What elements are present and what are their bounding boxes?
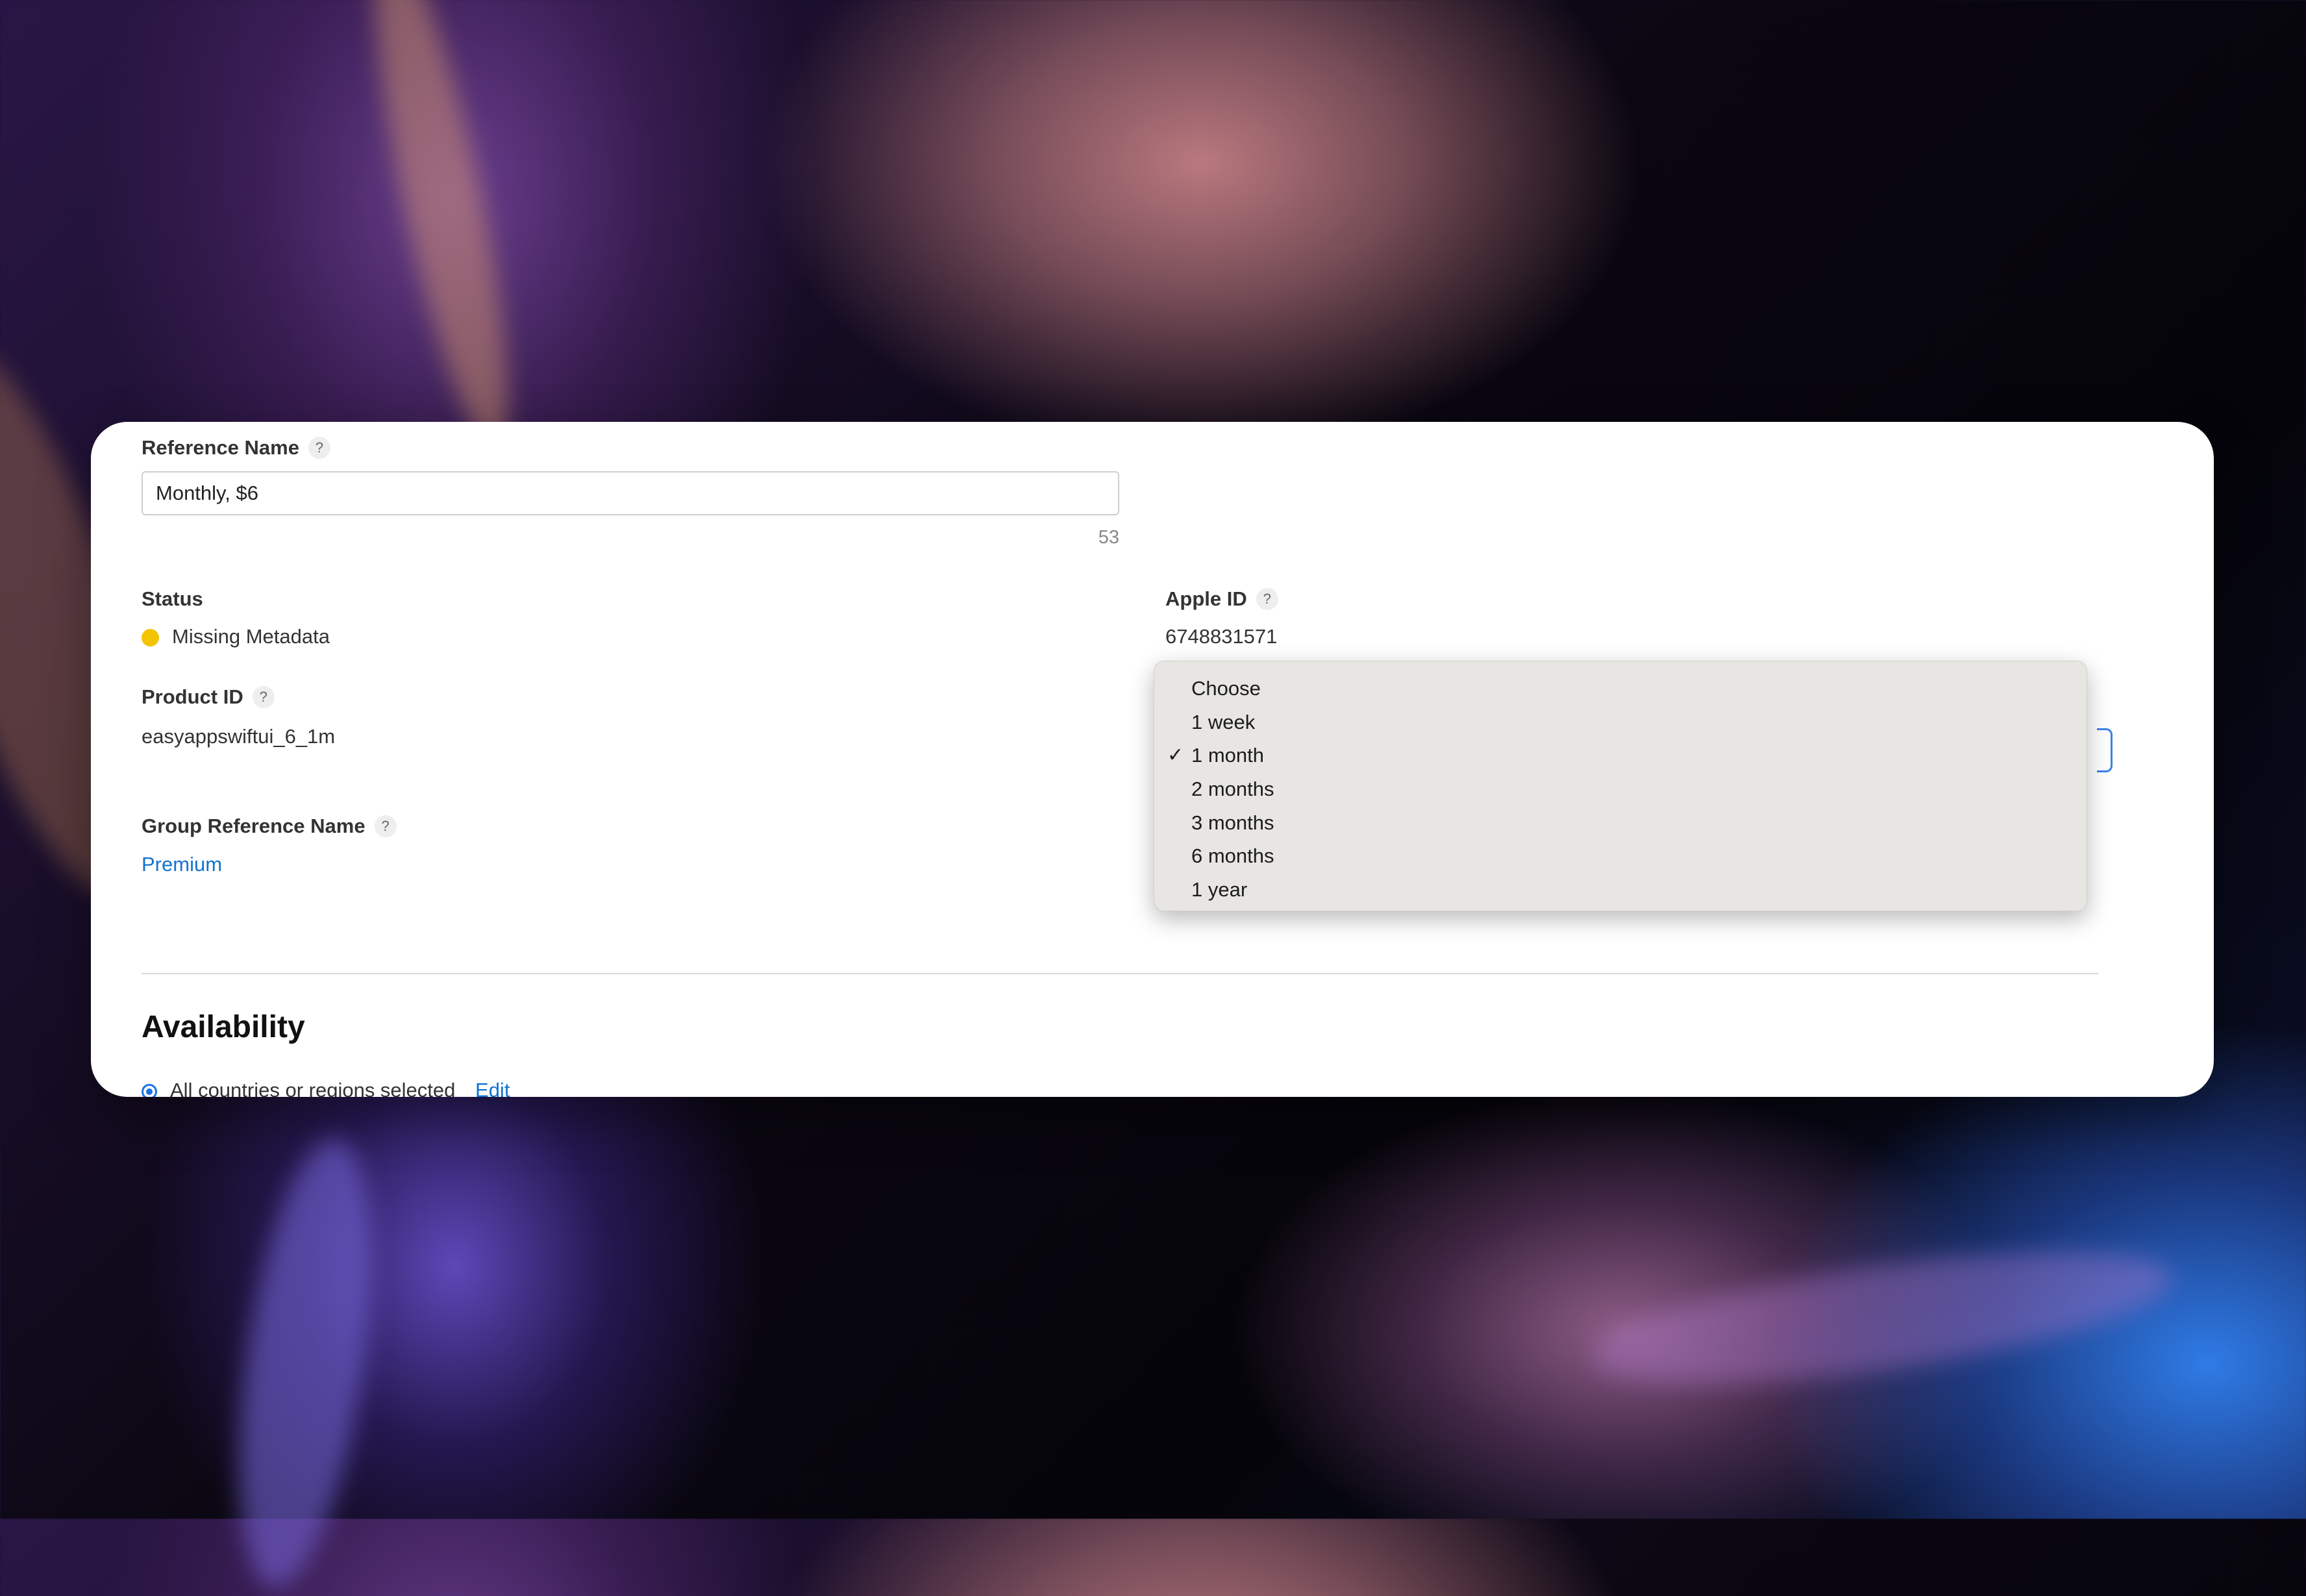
reference-name-label: Reference Name ? bbox=[142, 436, 330, 460]
dropdown-option-1-month[interactable]: ✓ 1 month bbox=[1154, 739, 2087, 772]
radio-selected-icon[interactable] bbox=[142, 1083, 157, 1097]
group-reference-name-label: Group Reference Name ? bbox=[142, 815, 397, 838]
dropdown-option-choose[interactable]: Choose bbox=[1154, 672, 2087, 706]
help-icon[interactable]: ? bbox=[374, 815, 397, 837]
status-warning-icon bbox=[142, 629, 159, 647]
product-id-value: easyappswiftui_6_1m bbox=[142, 725, 336, 748]
apple-id-label: Apple ID ? bbox=[1165, 587, 1278, 611]
checkmark-icon: ✓ bbox=[1167, 744, 1184, 767]
status-value: Missing Metadata bbox=[142, 625, 330, 648]
dropdown-option-1-week[interactable]: 1 week bbox=[1154, 706, 2087, 739]
availability-option[interactable]: All countries or regions selected Edit bbox=[142, 1079, 510, 1097]
duration-select[interactable] bbox=[2097, 728, 2113, 772]
reference-name-input[interactable]: Monthly, $6 bbox=[142, 471, 1119, 515]
dropdown-option-1-year[interactable]: 1 year bbox=[1154, 873, 2087, 907]
product-id-label: Product ID ? bbox=[142, 685, 275, 709]
dropdown-option-6-months[interactable]: 6 months bbox=[1154, 839, 2087, 873]
status-label: Status bbox=[142, 587, 203, 610]
dropdown-option-3-months[interactable]: 3 months bbox=[1154, 806, 2087, 840]
character-counter: 53 bbox=[1098, 527, 1119, 548]
group-reference-link[interactable]: Premium bbox=[142, 853, 222, 876]
help-icon[interactable]: ? bbox=[1256, 588, 1278, 610]
wallpaper-streak bbox=[349, 0, 534, 457]
section-divider bbox=[142, 973, 2098, 974]
help-icon[interactable]: ? bbox=[252, 686, 275, 708]
wallpaper-streak bbox=[216, 1129, 395, 1596]
help-icon[interactable]: ? bbox=[308, 437, 330, 459]
apple-id-value: 6748831571 bbox=[1165, 625, 1278, 648]
wallpaper-streak bbox=[1586, 1225, 2179, 1410]
edit-availability-link[interactable]: Edit bbox=[475, 1079, 510, 1097]
dropdown-option-2-months[interactable]: 2 months bbox=[1154, 772, 2087, 806]
duration-dropdown-menu: Choose 1 week ✓ 1 month 2 months 3 months… bbox=[1154, 661, 2087, 911]
availability-heading: Availability bbox=[142, 1010, 305, 1044]
